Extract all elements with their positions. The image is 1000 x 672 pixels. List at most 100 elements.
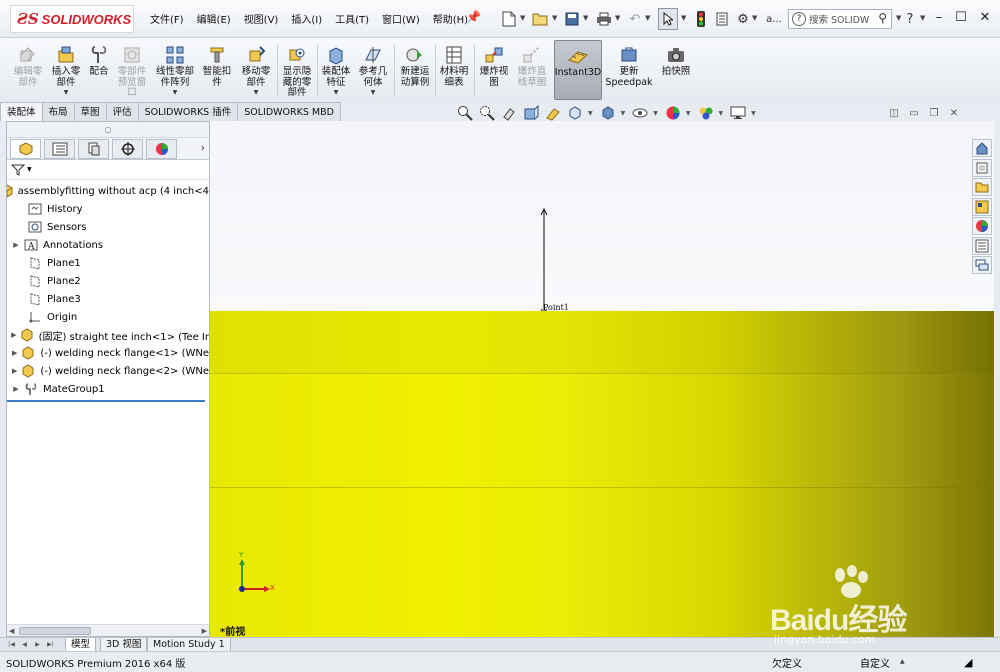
tree-node-origin[interactable]: Origin [7,308,209,326]
view-orientation-icon[interactable] [566,104,584,122]
tab-layout[interactable]: 布局 [41,102,75,121]
rebuild-traffic-light-icon[interactable] [694,8,708,30]
save-icon[interactable] [563,8,581,30]
scroll-thumb[interactable] [19,627,91,635]
tree-node-straight-tee[interactable]: ▶ (固定) straight tee inch<1> (Tee Ir [7,326,209,344]
help-dropdown-icon[interactable]: ▼ [920,14,925,22]
menu-view[interactable]: 视图(V) [244,11,279,26]
expand-arrow-icon[interactable]: ▶ [11,349,18,357]
menu-window[interactable]: 窗口(W) [382,11,420,26]
view-orientation-dropdown-icon[interactable]: ▼ [588,110,593,117]
new-document-icon[interactable] [500,8,518,30]
exploded-view-button[interactable]: 爆炸视 图 [476,40,512,100]
menu-insert[interactable]: 插入(I) [291,11,322,26]
linear-pattern-dropdown-icon[interactable]: ▼ [173,89,178,96]
first-tab-icon[interactable]: |◀ [6,639,17,650]
undo-icon[interactable]: ↶ [626,8,644,30]
zoom-to-area-icon[interactable] [478,104,496,122]
tree-node-assembly[interactable]: assemblyfitting without acp (4 inch<4 [7,182,209,200]
view-settings-dropdown-icon[interactable]: ▼ [751,110,756,117]
reference-geometry-button[interactable]: 参考几 何体 ▼ [354,40,392,100]
horizontal-scrollbar[interactable]: ◀ ▶ [7,624,209,636]
tree-node-flange-1[interactable]: ▶ (-) welding neck flange<1> (WNe [7,344,209,362]
move-component-dropdown-icon[interactable]: ▼ [254,89,259,96]
next-tab-icon[interactable]: ▶ [32,639,43,650]
forum-icon[interactable] [972,256,992,274]
show-hidden-components-button[interactable]: 显示隐 藏的零 部件 [278,40,316,100]
search-dropdown-icon[interactable]: ▼ [896,14,901,22]
menu-edit[interactable]: 编辑(E) [197,11,231,26]
save-dropdown-icon[interactable]: ▼ [583,14,588,22]
mate-button[interactable]: 配合 [84,40,114,100]
instant3d-button[interactable]: Instant3D [554,40,602,100]
view-settings-monitor-icon[interactable] [729,104,747,122]
tree-node-plane3[interactable]: Plane3 [7,290,209,308]
assembly-feature-dropdown-icon[interactable]: ▼ [334,89,339,96]
pin-icon[interactable]: 📌 [466,10,481,24]
point-label[interactable]: Point1 [543,303,569,312]
take-snapshot-button[interactable]: 拍快照 [656,40,696,100]
edit-appearance-icon[interactable] [664,104,682,122]
viewport-tile-icon[interactable]: ◫ [884,108,904,119]
previous-view-icon[interactable] [500,104,518,122]
display-style-icon[interactable] [599,104,617,122]
display-manager-tab[interactable] [146,138,177,159]
expand-arrow-icon[interactable]: ▶ [11,241,21,249]
new-motion-study-button[interactable]: 新建运 动算例 [396,40,434,100]
appearance-dropdown-icon[interactable]: ▼ [686,110,691,117]
options-gear-icon[interactable]: ⚙ [734,8,752,30]
print-icon[interactable] [594,8,614,30]
tree-node-history[interactable]: History [7,200,209,218]
filter-dropdown-icon[interactable]: ▼ [27,166,32,173]
smart-fastener-button[interactable]: 智能扣 件 [198,40,236,100]
close-icon[interactable]: ✕ [974,8,996,28]
select-dropdown-icon[interactable]: ▼ [681,14,686,22]
menu-file[interactable]: 文件(F) [150,11,184,26]
design-library-icon[interactable] [972,158,992,177]
menu-help[interactable]: 帮助(H) [433,11,468,26]
panel-splitter[interactable]: ○ [7,122,209,138]
open-dropdown-icon[interactable]: ▼ [552,14,557,22]
hide-show-dropdown-icon[interactable]: ▼ [653,110,658,117]
display-style-dropdown-icon[interactable]: ▼ [621,110,626,117]
zoom-to-fit-icon[interactable] [456,104,474,122]
view-palette-icon[interactable] [972,197,992,216]
explode-line-sketch-button[interactable]: 爆炸直 线草图 [512,40,552,100]
graphics-area[interactable]: Point1 Y X *前视 [210,121,994,637]
apply-scene-icon[interactable] [697,104,715,122]
viewport-minimize-icon[interactable]: ▭ [904,108,924,119]
dimxpert-manager-tab[interactable] [112,138,143,159]
last-tab-icon[interactable]: ▶| [45,639,56,650]
scroll-right-icon[interactable]: ▶ [202,625,207,637]
dynamic-annotation-icon[interactable] [544,104,562,122]
viewport-close-icon[interactable]: ✕ [944,108,964,119]
tab-evaluate[interactable]: 评估 [105,102,139,121]
property-manager-tab[interactable] [44,138,75,159]
solidworks-logo[interactable]: ƧS SOLIDWORKS [10,5,134,33]
menu-tools[interactable]: 工具(T) [335,11,369,26]
tab-assembly[interactable]: 装配体 [0,102,43,121]
maximize-icon[interactable]: ☐ [950,8,972,28]
scene-dropdown-icon[interactable]: ▼ [719,110,724,117]
tree-node-flange-2[interactable]: ▶ (-) welding neck flange<2> (WNe [7,362,209,380]
select-cursor-icon[interactable] [658,8,678,30]
chevron-right-icon[interactable]: › [201,141,205,154]
section-view-icon[interactable] [522,104,540,122]
component-preview-button[interactable]: 零部件 预览窗 口 [112,40,152,100]
tab-3d-view[interactable]: 3D 视图 [100,638,148,652]
tab-model[interactable]: 模型 [65,638,97,652]
viewport-restore-icon[interactable]: ❐ [924,108,944,119]
undo-dropdown-icon[interactable]: ▼ [645,14,650,22]
linear-pattern-button[interactable]: 线性零部 件阵列 ▼ [152,40,198,100]
tab-addins[interactable]: SOLIDWORKS 插件 [137,102,239,121]
status-units[interactable]: 自定义 [860,655,890,670]
options-dropdown-icon[interactable]: ▼ [752,14,757,22]
insert-component-button[interactable]: 插入零 部件 ▼ [46,40,86,100]
expand-arrow-icon[interactable]: ▶ [11,385,21,393]
edit-component-button[interactable]: 编辑零 部件 [8,40,48,100]
tab-sketch[interactable]: 草图 [73,102,107,121]
update-speedpak-button[interactable]: 更新 Speedpak [604,40,654,100]
tree-filter[interactable]: ▼ [7,160,209,180]
reference-geometry-dropdown-icon[interactable]: ▼ [371,89,376,96]
tree-node-sensors[interactable]: Sensors [7,218,209,236]
